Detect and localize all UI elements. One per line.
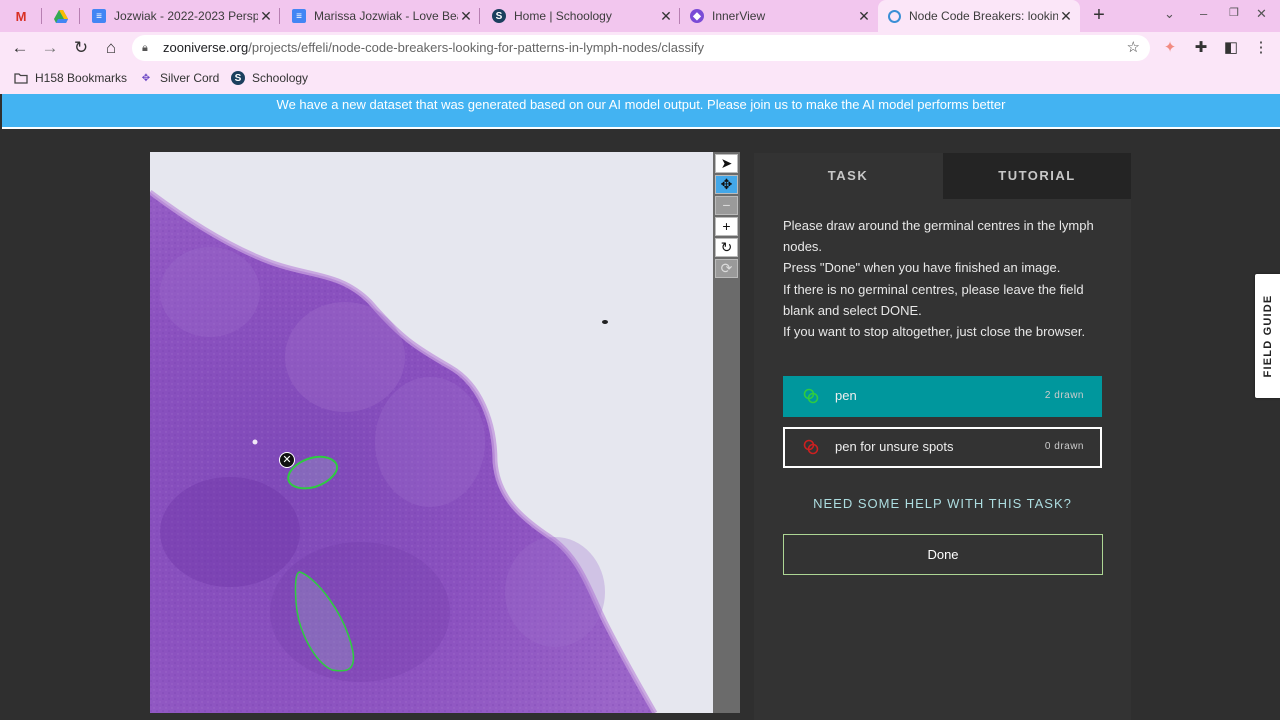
- tool-count: 0 drawn: [1044, 441, 1084, 452]
- tab-task[interactable]: TASK: [754, 153, 942, 199]
- help-link[interactable]: NEED SOME HELP WITH THIS TASK?: [783, 496, 1102, 511]
- move-icon[interactable]: ✥: [715, 175, 738, 194]
- zoom-out-icon[interactable]: −: [715, 196, 738, 215]
- tool-pen-unsure[interactable]: pen for unsure spots 0 drawn: [783, 427, 1102, 468]
- zooniverse-icon: [888, 9, 901, 23]
- browser-tab-strip: M ≡ Jozwiak - 2022-2023 Persp ✕ ≡ Mariss…: [0, 0, 1280, 32]
- pen-tool-icon: [803, 388, 819, 407]
- bookmark-star-icon[interactable]: ☆: [1127, 35, 1140, 61]
- field-guide-label: FIELD GUIDE: [1261, 294, 1274, 378]
- forward-icon[interactable]: →: [39, 38, 61, 58]
- close-icon[interactable]: ✕: [258, 8, 274, 25]
- tab-google-drive[interactable]: [44, 0, 80, 32]
- instruction-line: If there is no germinal centres, please …: [783, 281, 1084, 318]
- tab-title: Home | Schoology: [514, 9, 612, 23]
- pointer-icon[interactable]: ➤: [715, 154, 738, 173]
- new-tab-button[interactable]: +: [1088, 4, 1110, 26]
- extensions-puzzle-icon[interactable]: ✚: [1191, 38, 1211, 58]
- task-tabs: TASK TUTORIAL: [754, 153, 1131, 199]
- address-bar[interactable]: 🔒︎ zooniverse.org/projects/effeli/node-c…: [132, 35, 1150, 61]
- task-panel: TASK TUTORIAL Please draw around the ger…: [754, 153, 1131, 720]
- tab-docs-love[interactable]: ≡ Marissa Jozwiak - Love Bea ✕: [282, 0, 480, 32]
- bookmarks-bar: H158 Bookmarks ✥ Silver Cord S Schoology: [0, 64, 1280, 94]
- lock-icon: 🔒︎: [142, 42, 148, 54]
- tab-node-code-breakers[interactable]: Node Code Breakers: lookin ✕: [878, 0, 1080, 32]
- bookmark-silver-cord[interactable]: ✥ Silver Cord: [139, 71, 220, 85]
- bookmark-h158[interactable]: H158 Bookmarks: [14, 71, 127, 85]
- pen-unsure-tool-icon: [803, 439, 819, 458]
- menu-kebab-icon[interactable]: ⋮: [1251, 38, 1271, 58]
- instruction-line: Please draw around the germinal centres …: [783, 218, 1094, 255]
- close-icon[interactable]: ✕: [1058, 8, 1074, 25]
- schoology-icon: S: [492, 9, 506, 23]
- window-close-icon[interactable]: ✕: [1256, 6, 1267, 22]
- tab-gmail[interactable]: M: [0, 0, 42, 32]
- home-icon[interactable]: ⌂: [100, 38, 122, 58]
- tool-label: pen: [835, 388, 857, 403]
- tab-innerview[interactable]: ◆ InnerView ✕: [680, 0, 878, 32]
- rotate-icon[interactable]: ↻: [715, 238, 738, 257]
- restore-icon[interactable]: ❐: [1229, 6, 1239, 19]
- tab-docs-perspective[interactable]: ≡ Jozwiak - 2022-2023 Persp ✕: [82, 0, 280, 32]
- zoom-in-icon[interactable]: +: [715, 217, 738, 236]
- bookmark-label: Silver Cord: [160, 71, 220, 85]
- tab-title: InnerView: [712, 9, 766, 23]
- tab-title: Jozwiak - 2022-2023 Persp: [114, 9, 258, 23]
- task-instructions: Please draw around the germinal centres …: [783, 215, 1103, 342]
- field-guide-tab[interactable]: FIELD GUIDE: [1255, 274, 1280, 398]
- docs-icon: ≡: [292, 9, 306, 23]
- innerview-icon: ◆: [690, 9, 704, 23]
- reload-icon[interactable]: ↻: [70, 38, 92, 58]
- close-icon[interactable]: ✕: [658, 8, 674, 25]
- instruction-line: If you want to stop altogether, just clo…: [783, 324, 1086, 340]
- bookmark-label: H158 Bookmarks: [35, 71, 128, 85]
- tab-tutorial[interactable]: TUTORIAL: [943, 153, 1131, 199]
- tool-label: pen for unsure spots: [835, 439, 954, 454]
- minimize-icon[interactable]: –: [1200, 6, 1207, 21]
- tab-search-icon[interactable]: ⌄: [1164, 6, 1175, 22]
- schoology-icon: S: [231, 71, 245, 85]
- reset-icon[interactable]: ⟳: [715, 259, 738, 278]
- side-panel-icon[interactable]: ◧: [1221, 38, 1241, 58]
- subject-image-viewer[interactable]: ✕: [150, 152, 713, 713]
- tab-title: Marissa Jozwiak - Love Bea: [314, 9, 458, 23]
- back-icon[interactable]: ←: [9, 38, 31, 58]
- gmail-icon: M: [15, 8, 27, 24]
- announcement-banner: We have a new dataset that was generated…: [2, 94, 1280, 129]
- google-drive-icon: [54, 9, 68, 23]
- done-button[interactable]: Done: [783, 534, 1103, 575]
- viewer-toolbar: ➤ ✥ − + ↻ ⟳: [713, 152, 740, 713]
- innerview-icon: ✥: [141, 72, 151, 84]
- url-domain: zooniverse.org: [163, 40, 249, 55]
- bookmark-label: Schoology: [252, 71, 309, 85]
- close-icon[interactable]: ✕: [458, 8, 474, 25]
- instruction-line: Press "Done" when you have finished an i…: [783, 260, 1061, 276]
- url-path: /projects/effeli/node-code-breakers-look…: [248, 40, 704, 55]
- tab-title: Node Code Breakers: lookin: [909, 9, 1058, 23]
- extension-icon[interactable]: ✦: [1160, 38, 1180, 58]
- folder-icon: [14, 71, 28, 85]
- drawn-annotations[interactable]: [150, 152, 713, 713]
- close-icon[interactable]: ✕: [856, 8, 872, 25]
- banner-text: We have a new dataset that was generated…: [276, 97, 1006, 112]
- bookmark-schoology[interactable]: S Schoology: [231, 71, 308, 85]
- tool-pen[interactable]: pen 2 drawn: [783, 376, 1102, 417]
- tool-count: 2 drawn: [1044, 390, 1084, 401]
- docs-icon: ≡: [92, 9, 106, 23]
- tab-schoology[interactable]: S Home | Schoology ✕: [482, 0, 680, 32]
- delete-mark-icon[interactable]: ✕: [279, 452, 295, 468]
